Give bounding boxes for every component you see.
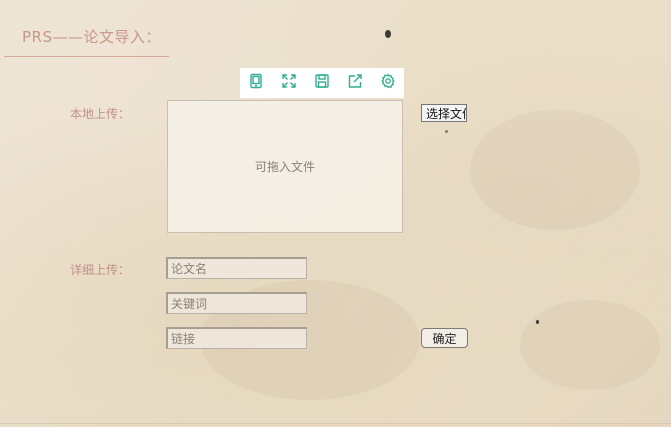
- detail-upload-label: 详细上传：: [70, 263, 131, 277]
- background-stain: [520, 300, 660, 390]
- fullscreen-icon: [281, 73, 297, 93]
- paper-name-input[interactable]: [166, 257, 307, 279]
- background-speck: [385, 30, 391, 38]
- link-input[interactable]: [166, 327, 307, 349]
- gear-icon: [380, 73, 396, 93]
- settings-button[interactable]: [371, 68, 404, 98]
- tablet-button[interactable]: [240, 68, 273, 98]
- fullscreen-button[interactable]: [273, 68, 306, 98]
- header: PRS——论文导入：: [4, 22, 169, 57]
- page-title: PRS——论文导入：: [22, 28, 161, 46]
- keywords-input[interactable]: [166, 292, 307, 314]
- share-icon: [347, 73, 363, 93]
- save-button[interactable]: [306, 68, 339, 98]
- tablet-icon: [248, 73, 264, 93]
- file-dropzone[interactable]: 可拖入文件: [167, 100, 403, 233]
- background-speck: [536, 320, 539, 324]
- toolbar: [240, 68, 404, 98]
- share-button[interactable]: [338, 68, 371, 98]
- save-icon: [314, 73, 330, 93]
- background-speck: [445, 130, 448, 133]
- divider: [0, 423, 671, 424]
- local-upload-label: 本地上传：: [70, 107, 131, 121]
- background-stain: [470, 110, 640, 230]
- confirm-button[interactable]: 确定: [421, 328, 468, 348]
- dropzone-text: 可拖入文件: [254, 160, 315, 174]
- choose-file-button[interactable]: 选择文件: [421, 104, 467, 122]
